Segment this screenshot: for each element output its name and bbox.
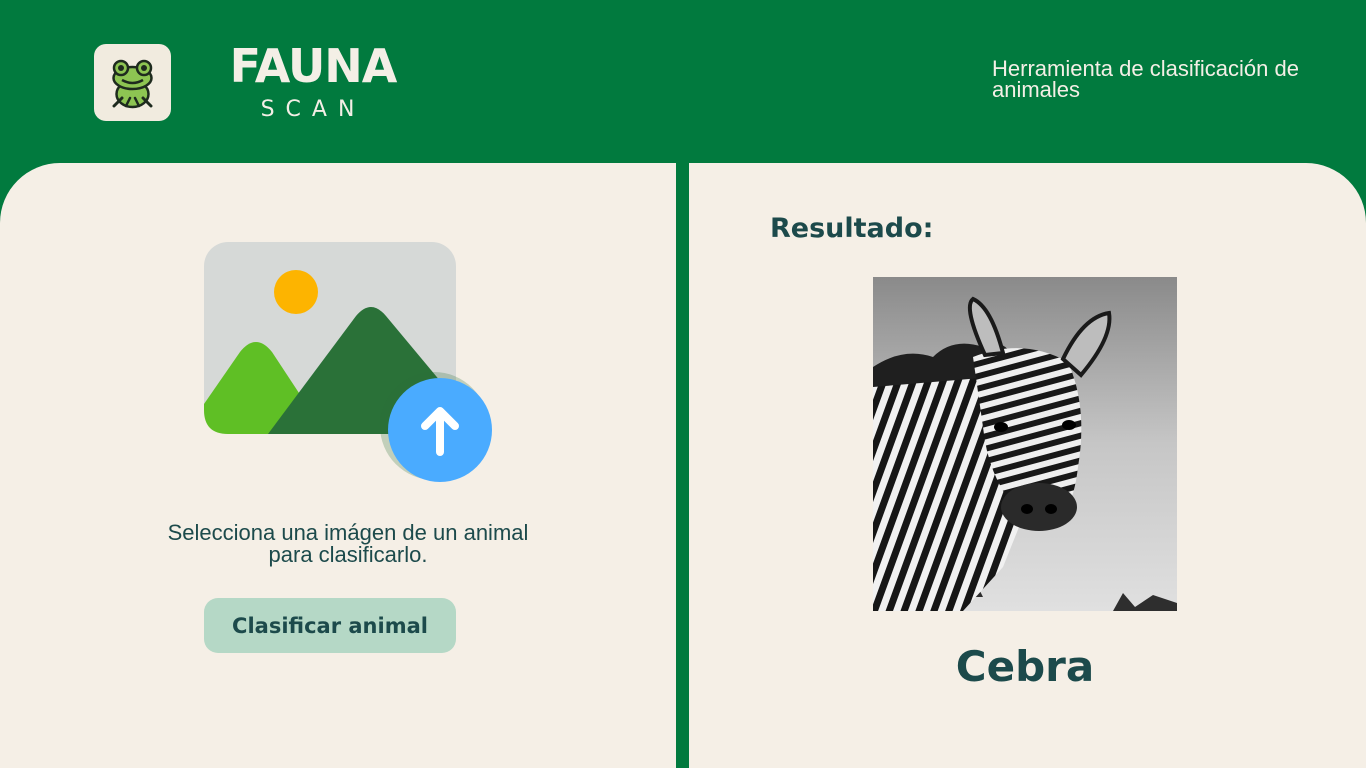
brand-title: FAUNA — [229, 39, 398, 93]
frog-icon — [94, 44, 171, 121]
panel-divider — [676, 163, 689, 768]
result-label: Resultado: — [770, 213, 934, 244]
upload-instruction: Selecciona una imágen de un animal para … — [167, 520, 529, 567]
zebra-photo — [873, 277, 1177, 611]
classify-animal-button[interactable]: Clasificar animal — [204, 598, 456, 653]
brand-subtitle: SCAN — [260, 97, 366, 122]
image-upload-icon[interactable] — [202, 240, 496, 486]
app-header: FAUNA SCAN Herramienta de clasificación … — [0, 0, 1366, 163]
result-animal-name: Cebra — [955, 642, 1095, 691]
header-tagline: Herramienta de clasificación de animales — [992, 56, 1299, 102]
